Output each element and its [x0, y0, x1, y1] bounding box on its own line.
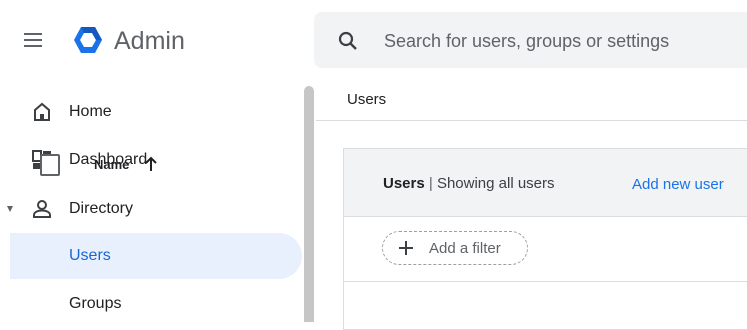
filter-row: Add a filter — [344, 217, 747, 282]
hexagon-logo-icon — [74, 27, 102, 53]
card-title-bold: Users — [383, 175, 425, 192]
users-card: Users | Showing all users Add new user A… — [343, 148, 747, 330]
plus-icon — [399, 241, 413, 255]
card-header: Users | Showing all users Add new user — [344, 149, 747, 217]
breadcrumb[interactable]: Users — [347, 91, 386, 108]
sidebar-item-label: Home — [69, 103, 112, 120]
search-bar[interactable] — [314, 12, 747, 68]
sidebar-item-groups[interactable]: Groups — [0, 281, 302, 327]
sidebar-scrollbar[interactable] — [304, 86, 314, 322]
home-icon — [34, 102, 50, 121]
sidebar-item-home[interactable]: Home — [0, 89, 302, 135]
sidebar-item-label: Groups — [69, 295, 122, 312]
app-name: Admin — [114, 27, 185, 55]
card-subtitle: Showing all users — [436, 175, 555, 192]
hamburger-menu-icon — [24, 33, 42, 47]
column-header-name[interactable]: Name — [94, 157, 129, 172]
expand-arrow-icon[interactable] — [7, 206, 13, 212]
sidebar-item-directory[interactable]: Directory — [0, 186, 302, 232]
main-menu-button[interactable] — [22, 29, 44, 51]
add-filter-button[interactable]: Add a filter — [382, 231, 528, 265]
title-separator: | — [428, 175, 433, 192]
select-all-checkbox[interactable] — [40, 154, 60, 176]
add-new-user-link[interactable]: Add new user — [632, 176, 724, 193]
card-title: Users | Showing all users — [383, 175, 555, 192]
header-divider — [316, 120, 747, 121]
search-input[interactable] — [382, 26, 746, 56]
sidebar-item-users[interactable]: Users — [10, 233, 302, 279]
admin-logo[interactable] — [72, 24, 104, 56]
search-icon — [338, 31, 357, 50]
sidebar-item-label: Directory — [69, 200, 134, 217]
sort-ascending-icon[interactable] — [144, 156, 158, 172]
add-filter-label: Add a filter — [429, 240, 501, 257]
sidebar-item-label: Users — [69, 247, 111, 264]
person-icon — [33, 200, 51, 218]
